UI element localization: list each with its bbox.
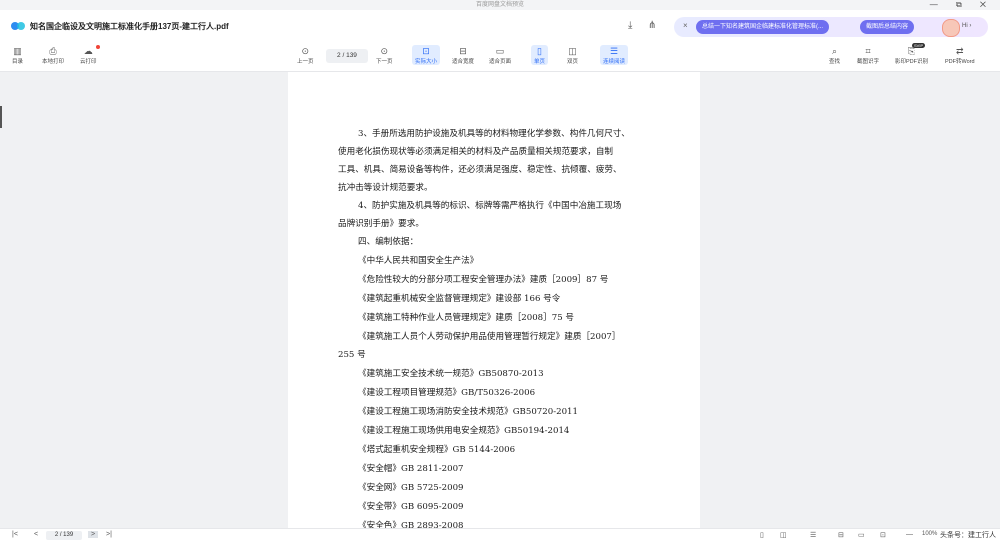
page-number-input[interactable]: 2 / 139 xyxy=(326,49,368,63)
document-text-line: 4、防护实施及机具等的标识、标牌等需严格执行《中国中冶施工现场 xyxy=(358,201,622,211)
ai-summary-button[interactable]: 总结一下知名建筑国企临建标准化管理标准(... xyxy=(696,20,829,34)
close-icon[interactable]: × xyxy=(683,21,688,30)
document-text-line: 《危险性较大的分部分项工程安全管理办法》建质［2009］87 号 xyxy=(358,275,609,285)
screenshot-ocr-button[interactable]: ⌗ 截图识字 xyxy=(857,45,879,65)
status-bar: |< < 2 / 139 > >| ▯ ◫ ☰ ⊟ ▭ ⊡ — 100% 头条号… xyxy=(0,528,1000,542)
document-text-line: 《安全帽》GB 2811-2007 xyxy=(358,464,464,474)
app-header: 知名国企临设及文明施工标准化手册137页-建工行人.pdf ⤓ ⋔ × 总结一下… xyxy=(0,10,1000,43)
pdf-to-word-icon: ⇄ xyxy=(956,46,964,56)
window-titlebar: 百度网盘文档预览 — ⧉ ✕ xyxy=(0,0,1000,10)
document-text-line: 工具、机具、简易设备等构件，还必须满足强度、稳定性、抗倾覆、疲劳、 xyxy=(338,165,622,175)
watermark-text: 头条号：建工行人 xyxy=(940,532,996,539)
double-page-button[interactable]: ◫ 双页 xyxy=(567,45,578,65)
find-button[interactable]: ⌕ 查找 xyxy=(829,45,840,65)
fit-page-icon: ▭ xyxy=(495,46,505,56)
document-text-line: 抗冲击等设计规范要求。 xyxy=(338,183,433,193)
document-text-line: 3、手册所选用防护设施及机具等的材料物理化学参数、构件几何尺寸、 xyxy=(358,129,630,139)
prev-page-button[interactable]: ⊙ 上一页 xyxy=(297,45,314,65)
document-text-line: 《安全带》GB 6095-2009 xyxy=(358,502,464,512)
window-controls[interactable]: — ⧉ ✕ xyxy=(930,0,994,10)
toolbar: ▥ 目录 ⎙ 本地打印 ☁ 云打印 ⊙ 上一页 2 / 139 ⊙ 下一页 ⊡ … xyxy=(0,43,1000,72)
fit-icon[interactable]: ⊟ xyxy=(838,531,844,539)
baidu-netdisk-logo-icon xyxy=(11,22,25,30)
actual-size-button[interactable]: ⊡ 实际大小 xyxy=(412,45,441,65)
sidebar-icon: ▥ xyxy=(13,46,22,56)
pdf-to-word-button[interactable]: ⇄ PDF转Word xyxy=(945,45,975,65)
document-text-line: 《建设工程施工现场供用电安全规范》GB50194-2014 xyxy=(358,426,570,436)
window-title: 百度网盘文档预览 xyxy=(475,2,524,8)
chevron-down-icon: ⊙ xyxy=(380,46,389,56)
cloud-print-icon: ☁ xyxy=(83,46,93,56)
actual-size-small-icon[interactable]: ⊡ xyxy=(880,531,886,539)
first-page-icon[interactable]: |< xyxy=(12,531,18,538)
document-text-line: 《建设工程施工现场消防安全技术规范》GB50720-2011 xyxy=(358,407,578,417)
screenshot-summary-button[interactable]: 截图后总结内容 xyxy=(860,20,915,34)
document-title: 知名国企临设及文明施工标准化手册137页-建工行人.pdf xyxy=(30,22,229,31)
ai-assistant-bar: × 总结一下知名建筑国企临建标准化管理标准(... 截图后总结内容 Hi › xyxy=(674,17,988,37)
zoom-out-icon[interactable]: — xyxy=(906,531,913,538)
fit-page-small-icon[interactable]: ▭ xyxy=(858,531,865,539)
document-text-line: 255 号 xyxy=(338,350,366,360)
continuous-view-icon[interactable]: ☰ xyxy=(810,531,816,539)
actual-size-icon: ⊡ xyxy=(422,46,430,56)
double-view-icon[interactable]: ◫ xyxy=(780,531,787,539)
ai-greeting[interactable]: Hi › xyxy=(962,23,971,29)
ocr-pdf-button[interactable]: ⎘ 影印PDF识别 xyxy=(895,45,928,65)
share-icon[interactable]: ⋔ xyxy=(648,20,656,31)
fit-page-button[interactable]: ▭ 适合页面 xyxy=(489,45,511,65)
document-text-line: 《建筑起重机械安全监督管理规定》建设部 166 号令 xyxy=(358,294,561,304)
chevron-up-icon: ⊙ xyxy=(301,46,310,56)
document-text-line: 《安全网》GB 5725-2009 xyxy=(358,483,464,493)
document-text-line: 《建筑施工特种作业人员管理规定》建质［2008］75 号 xyxy=(358,313,575,323)
svip-badge: SVIP xyxy=(912,43,926,48)
document-text-line: 《中华人民共和国安全生产法》 xyxy=(358,256,479,266)
document-text-line: 品牌识别手册》要求。 xyxy=(338,219,424,229)
notification-dot xyxy=(96,45,100,49)
printer-icon: ⎙ xyxy=(49,46,57,56)
fit-width-button[interactable]: ⊟ 适合宽度 xyxy=(452,45,474,65)
prev-page-icon[interactable]: < xyxy=(34,531,38,538)
fit-width-icon: ⊟ xyxy=(459,46,467,56)
document-text-line: 使用老化损伤现状等必须满足相关的材料及产品质量相关规范要求，自制 xyxy=(338,147,614,157)
document-text-line: 《建设工程项目管理规范》GB/T50326-2006 xyxy=(358,388,536,398)
download-icon[interactable]: ⤓ xyxy=(628,20,632,31)
document-text-line: 《建筑施工人员个人劳动保护用品使用管理暂行规定》建质［2007］ xyxy=(358,332,621,342)
status-page-indicator[interactable]: 2 / 139 xyxy=(46,531,82,540)
left-scroll-marker[interactable] xyxy=(0,106,2,128)
document-page: 3、手册所选用防护设施及机具等的材料物理化学参数、构件几何尺寸、使用老化损伤现状… xyxy=(288,72,700,531)
document-text-line: 《建筑施工安全技术统一规范》GB50870-2013 xyxy=(358,369,544,379)
zoom-level[interactable]: 100% xyxy=(922,531,937,537)
toc-button[interactable]: ▥ 目录 xyxy=(12,45,23,65)
screenshot-ocr-icon: ⌗ xyxy=(865,46,871,56)
single-page-button[interactable]: ▯ 单页 xyxy=(531,45,549,65)
search-icon: ⌕ xyxy=(831,46,838,56)
cloud-print-button[interactable]: ☁ 云打印 xyxy=(80,45,97,65)
continuous-reading-button[interactable]: ☰ 连续阅读 xyxy=(600,45,629,65)
document-text-line: 四、编制依据： xyxy=(358,237,419,247)
next-page-icon[interactable]: > xyxy=(88,531,99,538)
single-view-icon[interactable]: ▯ xyxy=(760,531,764,539)
double-page-icon: ◫ xyxy=(568,46,577,56)
ai-avatar[interactable] xyxy=(942,19,960,37)
single-page-icon: ▯ xyxy=(537,46,542,56)
last-page-icon[interactable]: >| xyxy=(106,531,112,538)
continuous-icon: ☰ xyxy=(609,46,619,56)
local-print-button[interactable]: ⎙ 本地打印 xyxy=(42,45,64,65)
next-page-button[interactable]: ⊙ 下一页 xyxy=(376,45,393,65)
document-text-line: 《塔式起重机安全规程》GB 5144-2006 xyxy=(358,445,516,455)
